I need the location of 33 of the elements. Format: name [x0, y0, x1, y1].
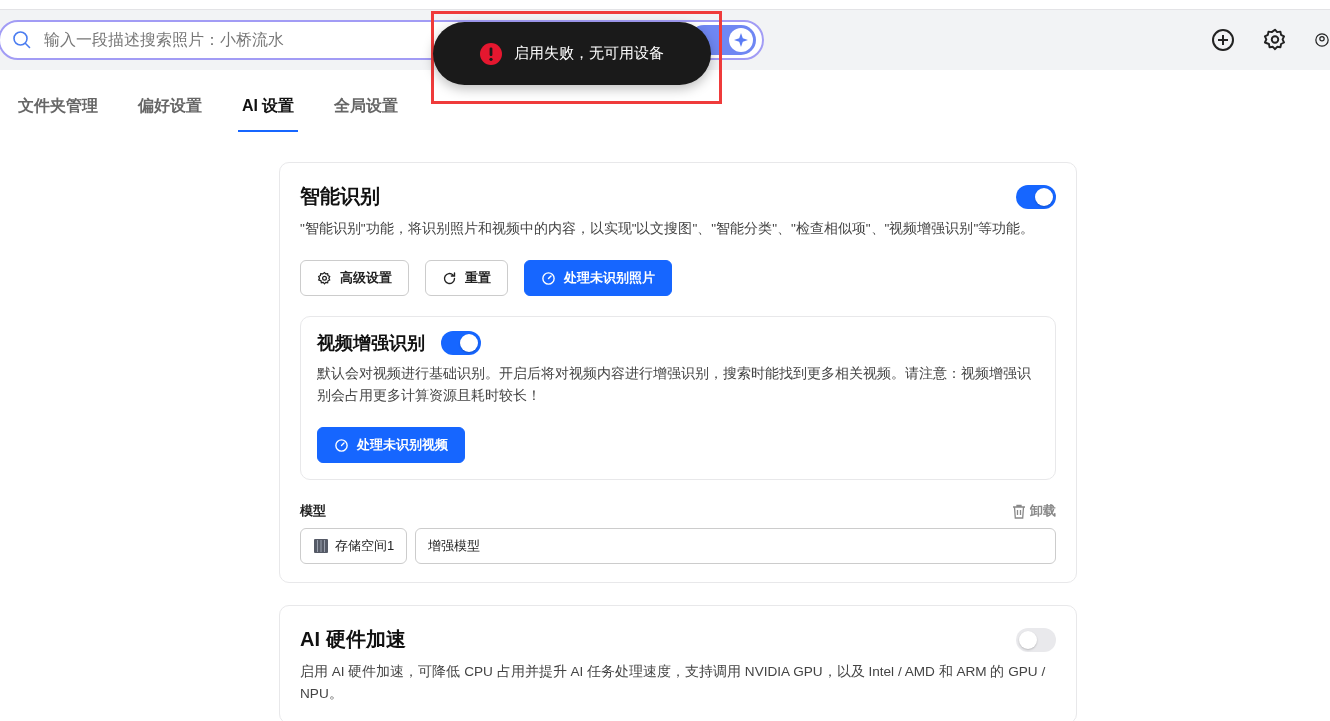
add-icon[interactable] — [1210, 27, 1236, 53]
tab[interactable]: 文件夹管理 — [14, 84, 102, 132]
tab[interactable]: 偏好设置 — [134, 84, 206, 132]
toast-message: 启用失败，无可用设备 — [514, 44, 664, 63]
action-button[interactable]: 处理未识别视频 — [317, 427, 465, 463]
error-icon — [480, 42, 502, 65]
gear-icon — [317, 270, 332, 286]
description: "智能识别"功能，将识别照片和视频中的内容，以实现"以文搜图"、"智能分类"、"检查相似项"、"视频增强识别"等功能。 — [300, 220, 1036, 238]
storage-icon — [313, 538, 329, 554]
storage-select[interactable]: 存储空间1 — [300, 528, 408, 564]
search-icon — [12, 30, 32, 50]
tab[interactable]: 全局设置 — [330, 84, 403, 132]
description: 默认会对视频进行基础识别。开启后将对视频内容进行增强识别，搜索时能找到更多相关视频。请注意：视频增强识别会占用更多计算资源且耗时较长！ — [317, 365, 1032, 405]
refresh-icon — [442, 270, 457, 286]
toggle-switch[interactable] — [441, 331, 481, 355]
action-button[interactable]: 高级设置 — [300, 260, 409, 296]
unload-button[interactable]: 卸载 — [1012, 502, 1056, 520]
description: 启用 AI 硬件加速，可降低 CPU 占用并提升 AI 任务处理速度，支持调用 NVIDIA GPU，以及 Intel / AMD 和 ARM 的 GPU / NPU。 — [300, 663, 1047, 703]
tab[interactable]: AI 设置 — [238, 84, 299, 132]
sparkle-icon — [729, 28, 753, 52]
section-title: 智能识别 — [300, 184, 380, 209]
action-button[interactable]: 处理未识别照片 — [524, 260, 672, 296]
gauge-icon — [541, 270, 556, 286]
section-title: AI 硬件加速 — [300, 627, 406, 652]
action-button[interactable]: 重置 — [425, 260, 508, 296]
trash-icon — [1012, 503, 1026, 519]
gauge-icon — [334, 437, 349, 453]
section-title: 视频增强识别 — [317, 332, 425, 355]
settings-icon[interactable] — [1262, 27, 1288, 53]
toggle-switch[interactable] — [1016, 627, 1056, 652]
toggle-switch[interactable] — [1016, 184, 1056, 209]
model-label: 模型 — [300, 502, 326, 520]
model-field[interactable]: 增强模型 — [415, 528, 1056, 564]
